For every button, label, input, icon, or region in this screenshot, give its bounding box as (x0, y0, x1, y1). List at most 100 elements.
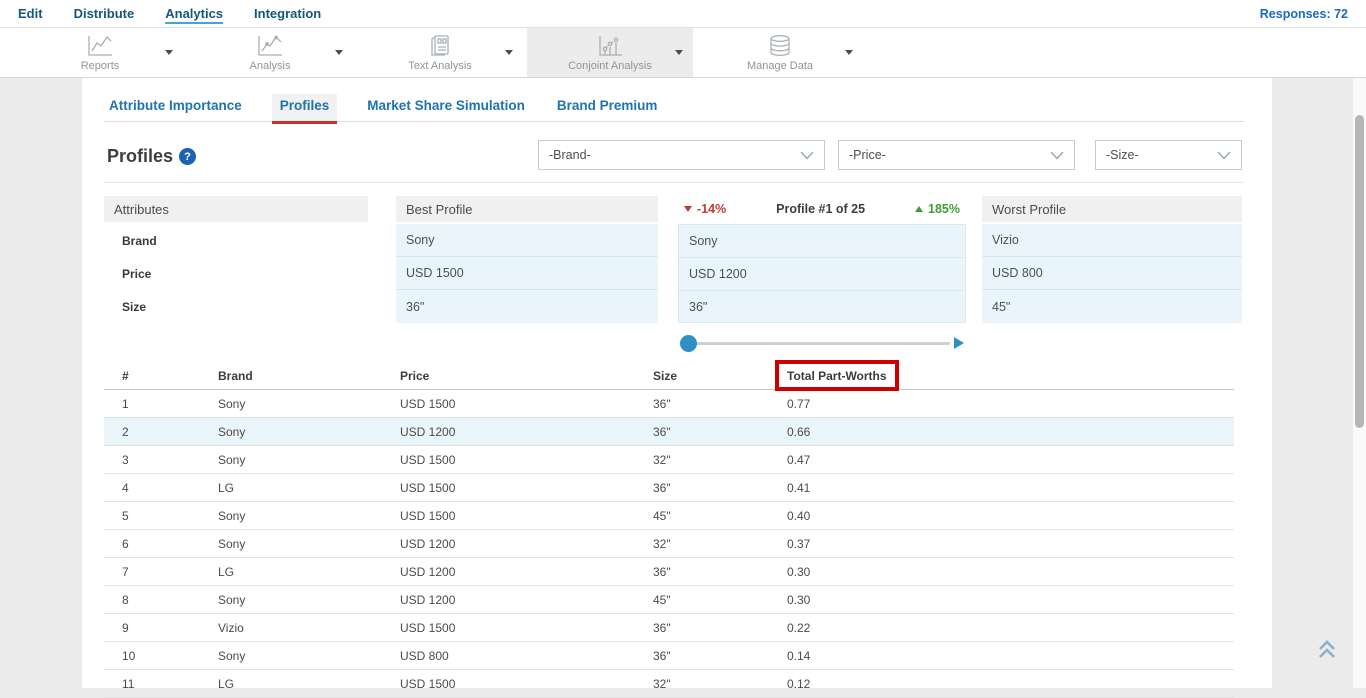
toolbar-group-reports: Reports (17, 28, 183, 77)
table-row[interactable]: 6 Sony USD 1200 32" 0.37 (104, 530, 1234, 558)
best-profile-brand: Sony (396, 224, 658, 257)
cell-total-part-worths: 0.12 (769, 677, 1234, 691)
cell-num: 2 (104, 425, 200, 439)
slider-handle[interactable] (680, 335, 697, 352)
table-row[interactable]: 4 LG USD 1500 36" 0.41 (104, 474, 1234, 502)
nav-item-analytics[interactable]: Analytics (165, 6, 223, 21)
toolbar-group-conjoint-analysis: Conjoint Analysis (527, 28, 693, 77)
table-row[interactable]: 9 Vizio USD 1500 36" 0.22 (104, 614, 1234, 642)
column-header-size: Size (635, 369, 769, 383)
cell-brand: Sony (200, 649, 382, 663)
column-header-total-part-worths: Total Part-Worths (769, 369, 1234, 383)
tab-profiles[interactable]: Profiles (272, 94, 338, 121)
triangle-down-icon (684, 206, 692, 212)
table-header-row: # Brand Price Size Total Part-Worths (104, 362, 1234, 390)
delta-down-badge: -14% (684, 202, 726, 216)
cell-total-part-worths: 0.77 (769, 397, 1234, 411)
current-profile-title: Profile #1 of 25 (776, 202, 865, 216)
cell-size: 32" (635, 677, 769, 691)
column-header-num: # (104, 369, 200, 383)
nav-item-distribute[interactable]: Distribute (74, 6, 135, 21)
nav-item-integration[interactable]: Integration (254, 6, 321, 21)
cell-price: USD 1200 (382, 565, 635, 579)
conjoint-tabs: Attribute Importance Profiles Market Sha… (104, 94, 1244, 122)
text-analysis-dropdown-caret[interactable] (505, 50, 513, 55)
attribute-label-brand: Brand (104, 224, 368, 257)
cell-size: 32" (635, 453, 769, 467)
table-row[interactable]: 10 Sony USD 800 36" 0.14 (104, 642, 1234, 670)
table-row[interactable]: 1 Sony USD 1500 36" 0.77 (104, 390, 1234, 418)
cell-size: 36" (635, 649, 769, 663)
cell-brand: Sony (200, 453, 382, 467)
cell-size: 32" (635, 537, 769, 551)
tab-attribute-importance[interactable]: Attribute Importance (107, 94, 244, 121)
tab-brand-premium[interactable]: Brand Premium (555, 94, 660, 121)
toolbar-group-analysis: Analysis (187, 28, 353, 77)
price-filter-select[interactable]: -Price- (838, 140, 1075, 170)
column-header-brand: Brand (200, 369, 382, 383)
size-filter-select[interactable]: -Size- (1095, 140, 1242, 170)
tab-market-share-simulation[interactable]: Market Share Simulation (365, 94, 527, 121)
conjoint-analysis-dropdown-caret[interactable] (675, 50, 683, 55)
cell-size: 45" (635, 509, 769, 523)
toolbar-group-text-analysis: Text Analysis (357, 28, 523, 77)
reports-button[interactable]: Reports (17, 28, 183, 77)
reports-label: Reports (81, 60, 120, 72)
analysis-button[interactable]: Analysis (187, 28, 353, 77)
vertical-scrollbar[interactable] (1352, 78, 1366, 688)
table-row[interactable]: 7 LG USD 1200 36" 0.30 (104, 558, 1234, 586)
brand-filter-value: -Brand- (549, 148, 591, 162)
cell-price: USD 1500 (382, 677, 635, 691)
cell-total-part-worths: 0.37 (769, 537, 1234, 551)
cell-price: USD 1500 (382, 453, 635, 467)
best-profile-price: USD 1500 (396, 257, 658, 290)
price-filter-value: -Price- (849, 148, 886, 162)
text-document-icon (425, 34, 455, 59)
best-profile-column: Best Profile Sony USD 1500 36" (396, 196, 658, 323)
cell-price: USD 1200 (382, 425, 635, 439)
profile-slider (678, 333, 966, 353)
table-row[interactable]: 5 Sony USD 1500 45" 0.40 (104, 502, 1234, 530)
help-icon[interactable]: ? (179, 148, 196, 165)
scroll-to-top-icon[interactable] (1314, 636, 1340, 662)
cell-price: USD 1200 (382, 593, 635, 607)
toolbar-group-manage-data: Manage Data (697, 28, 863, 77)
slider-track[interactable] (688, 342, 950, 345)
cell-total-part-worths: 0.66 (769, 425, 1234, 439)
slider-next-arrow[interactable] (954, 337, 964, 349)
manage-data-label: Manage Data (747, 60, 813, 72)
best-profile-size: 36" (396, 290, 658, 323)
scrollbar-thumb[interactable] (1355, 115, 1364, 428)
cell-size: 36" (635, 397, 769, 411)
current-profile-column: -14% Profile #1 of 25 185% Sony USD 1200… (678, 196, 966, 323)
table-row[interactable]: 3 Sony USD 1500 32" 0.47 (104, 446, 1234, 474)
brand-filter-select[interactable]: -Brand- (538, 140, 825, 170)
text-analysis-button[interactable]: Text Analysis (357, 28, 523, 77)
responses-count: Responses: 72 (1260, 7, 1348, 21)
nav-item-edit[interactable]: Edit (18, 6, 43, 21)
current-profile-price: USD 1200 (678, 257, 966, 290)
analysis-label: Analysis (250, 60, 291, 72)
conjoint-analysis-button[interactable]: Conjoint Analysis (527, 28, 693, 77)
worst-profile-price: USD 800 (982, 257, 1242, 290)
cell-size: 36" (635, 481, 769, 495)
cell-brand: LG (200, 565, 382, 579)
best-profile-header: Best Profile (396, 196, 658, 222)
delta-up-badge: 185% (915, 202, 960, 216)
analysis-dropdown-caret[interactable] (335, 50, 343, 55)
table-row[interactable]: 2 Sony USD 1200 36" 0.66 (104, 418, 1234, 446)
cell-total-part-worths: 0.14 (769, 649, 1234, 663)
table-row[interactable]: 8 Sony USD 1200 45" 0.30 (104, 586, 1234, 614)
cell-size: 45" (635, 593, 769, 607)
manage-data-dropdown-caret[interactable] (845, 50, 853, 55)
cell-size: 36" (635, 621, 769, 635)
cell-brand: Sony (200, 593, 382, 607)
cell-brand: LG (200, 481, 382, 495)
attributes-header: Attributes (104, 196, 368, 222)
top-nav: Edit Distribute Analytics Integration Re… (0, 0, 1366, 28)
manage-data-button[interactable]: Manage Data (697, 28, 863, 77)
text-analysis-label: Text Analysis (408, 60, 472, 72)
reports-dropdown-caret[interactable] (165, 50, 173, 55)
table-row[interactable]: 11 LG USD 1500 32" 0.12 (104, 670, 1234, 698)
cell-total-part-worths: 0.41 (769, 481, 1234, 495)
